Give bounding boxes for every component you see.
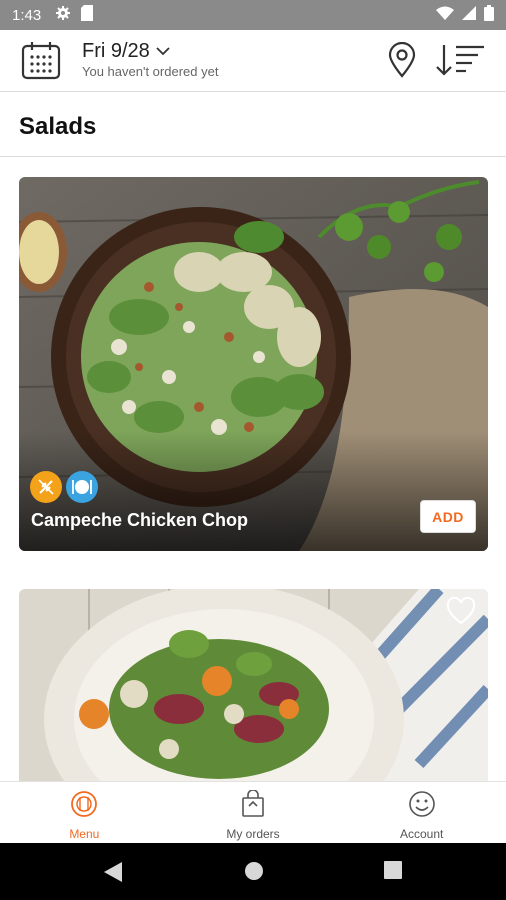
selected-date: Fri 9/28 — [82, 40, 150, 62]
wheat-icon — [30, 471, 62, 503]
add-button[interactable]: ADD — [420, 500, 476, 533]
nav-item-account[interactable]: Account — [337, 782, 506, 843]
calendar-button[interactable] — [20, 40, 64, 82]
heart-icon — [446, 596, 476, 629]
chevron-down-icon — [156, 43, 170, 61]
back-icon[interactable] — [102, 860, 126, 884]
salad-photo — [19, 589, 488, 789]
sd-card-icon — [81, 4, 94, 26]
location-pin-icon — [386, 41, 418, 82]
plate-icon — [66, 471, 98, 503]
sort-icon — [434, 45, 486, 82]
calendar-icon — [20, 42, 62, 84]
account-face-icon — [408, 790, 436, 823]
status-time: 1:43 — [12, 6, 42, 24]
app-header: Fri 9/28 You haven't ordered yet — [0, 30, 506, 92]
nav-label-orders: My orders — [226, 827, 280, 841]
menu-icon — [70, 790, 98, 823]
recents-icon[interactable] — [383, 860, 407, 884]
orders-bag-icon — [240, 789, 266, 823]
location-button[interactable] — [386, 41, 420, 82]
signal-icon — [462, 5, 476, 25]
category-section: Salads — [0, 93, 506, 157]
nav-item-orders[interactable]: My orders — [169, 782, 338, 843]
menu-item-card[interactable] — [19, 589, 488, 789]
nav-item-menu[interactable]: Menu — [0, 782, 169, 843]
nav-label-menu: Menu — [69, 827, 100, 841]
date-selector[interactable]: Fri 9/28 You haven't ordered yet — [82, 40, 218, 79]
wifi-icon — [436, 6, 454, 25]
status-bar: 1:43 — [0, 0, 506, 30]
diet-badges — [30, 471, 98, 503]
bottom-navigation: Menu My orders Account — [0, 781, 506, 843]
menu-item-card[interactable]: Campeche Chicken Chop ADD — [19, 177, 488, 551]
category-title: Salads — [19, 113, 97, 140]
battery-icon — [484, 4, 494, 26]
sort-button[interactable] — [434, 42, 488, 80]
favorite-button[interactable] — [446, 596, 476, 625]
home-icon[interactable] — [243, 860, 267, 884]
gear-icon — [55, 5, 71, 26]
menu-item-name: Campeche Chicken Chop — [31, 510, 249, 530]
nav-label-account: Account — [400, 827, 444, 841]
system-navigation-bar — [0, 843, 506, 900]
order-status-text: You haven't ordered yet — [82, 64, 219, 79]
